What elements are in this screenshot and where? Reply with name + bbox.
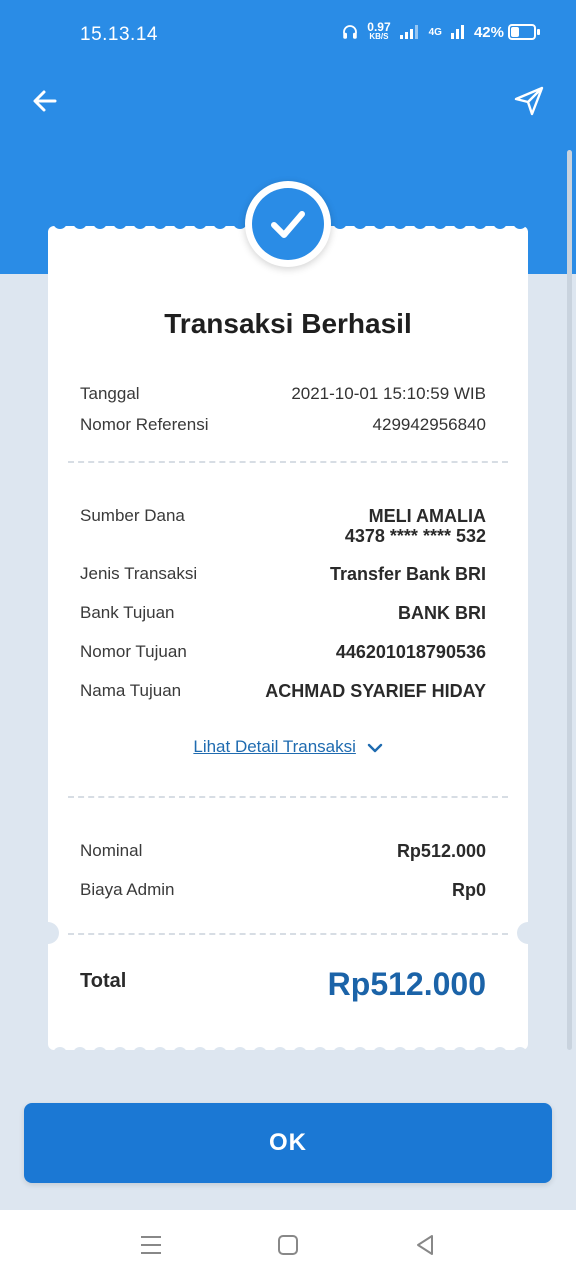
divider: [68, 796, 508, 798]
destination-name-label: Nama Tujuan: [80, 681, 182, 700]
signal-icon: [399, 25, 418, 39]
receipt-title: Transaksi Berhasil: [164, 308, 412, 339]
type-value: Transfer Bank BRI: [329, 564, 486, 584]
detail-link-label[interactable]: Lihat Detail Transaksi: [193, 737, 356, 756]
speed-unit: KB/S: [369, 32, 389, 41]
ticket-notch-right: [517, 922, 539, 944]
destination-number-label: Nomor Tujuan: [80, 642, 187, 661]
system-nav-bar: [0, 1210, 576, 1280]
receipt-card: [48, 226, 528, 1050]
signal-4g-icon: [450, 25, 464, 39]
source-value: MELI AMALIA 4378 **** **** 532: [345, 506, 486, 546]
type-row: Jenis Transaksi Transfer Bank BRI: [80, 564, 486, 585]
back-button[interactable]: [28, 84, 62, 118]
destination-number-row: Nomor Tujuan 446201018790536: [80, 642, 486, 663]
date-row: Tanggal 2021-10-01 15:10:59 WIB: [80, 384, 486, 404]
source-row: Sumber Dana MELI AMALIA 4378 **** **** 5…: [80, 506, 486, 546]
status-time: 15.13.14: [80, 24, 158, 45]
source-name: MELI AMALIA: [368, 506, 486, 526]
scroll-indicator[interactable]: [567, 150, 572, 1050]
ticket-notch-left: [37, 922, 59, 944]
battery: 42%: [474, 24, 540, 41]
reference-value: 429942956840: [372, 415, 486, 434]
source-label: Sumber Dana: [80, 506, 185, 525]
reference-label: Nomor Referensi: [80, 415, 209, 434]
destination-name-row: Nama Tujuan ACHMAD SYARIEF HIDAY: [80, 681, 486, 702]
chevron-down-icon[interactable]: [367, 742, 383, 754]
checkmark-icon: [271, 211, 305, 238]
divider: [68, 933, 508, 935]
share-button[interactable]: [512, 84, 546, 118]
back-nav-icon[interactable]: [412, 1232, 438, 1258]
reference-row: Nomor Referensi 429942956840: [80, 415, 486, 435]
nominal-row: Nominal Rp512.000: [80, 841, 486, 862]
divider: [68, 461, 508, 463]
date-label: Tanggal: [80, 384, 140, 403]
admin-fee-label: Biaya Admin: [80, 880, 175, 899]
speed-value: 0.97: [367, 20, 391, 34]
battery-percent: 42%: [473, 23, 504, 41]
date-value: 2021-10-01 15:10:59 WIB: [291, 384, 486, 403]
ok-button[interactable]: OK: [24, 1103, 552, 1183]
network-type: 4G: [428, 26, 442, 38]
home-icon[interactable]: [275, 1232, 301, 1258]
total-value: Rp512.000: [327, 966, 486, 1002]
network-speed: 0.97 KB/S: [367, 20, 391, 42]
status-bar: 15.13.14 0.97 KB/S 4G 42%: [0, 0, 576, 70]
destination-name-value: ACHMAD SYARIEF HIDAY: [265, 681, 486, 701]
bank-row: Bank Tujuan BANK BRI: [80, 603, 486, 624]
battery-icon: [508, 24, 536, 40]
source-account: 4378 **** **** 532: [344, 526, 486, 546]
headphones-icon: [343, 25, 358, 39]
menu-icon[interactable]: [138, 1232, 164, 1258]
scallop-edge-bottom: [53, 1047, 527, 1056]
destination-number-value: 446201018790536: [335, 642, 486, 662]
nominal-label: Nominal: [80, 841, 143, 860]
type-label: Jenis Transaksi: [80, 564, 198, 583]
admin-fee-value: Rp0: [451, 880, 486, 900]
total-label: Total: [80, 970, 127, 992]
status-icons: 0.97 KB/S 4G 42%: [341, 20, 540, 42]
nominal-value: Rp512.000: [396, 841, 486, 861]
admin-fee-row: Biaya Admin Rp0: [80, 880, 486, 901]
success-badge: [245, 181, 331, 267]
bank-label: Bank Tujuan: [80, 603, 175, 622]
detail-link[interactable]: Lihat Detail Transaksi: [0, 737, 576, 757]
bank-value: BANK BRI: [398, 603, 486, 623]
